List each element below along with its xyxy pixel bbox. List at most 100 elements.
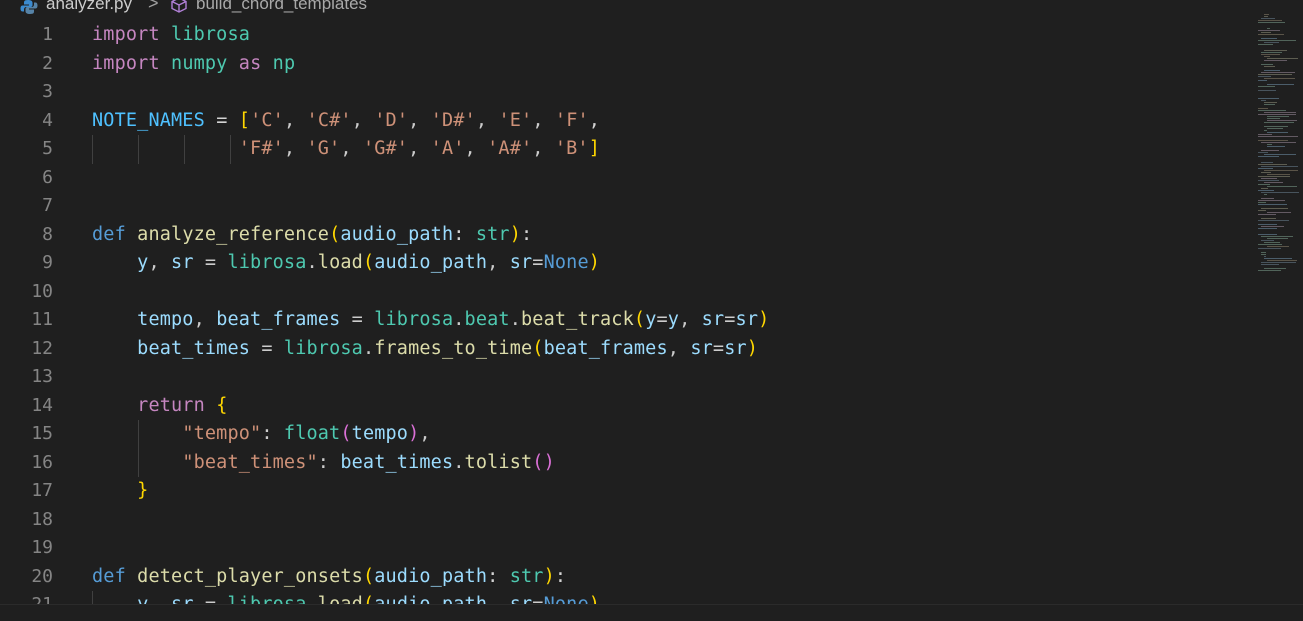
- minimap-line: [1261, 72, 1295, 73]
- minimap-line: [1264, 258, 1292, 259]
- minimap-line: [1261, 240, 1274, 241]
- keyword: import: [92, 52, 160, 74]
- horizontal-scrollbar[interactable]: [0, 604, 1303, 621]
- minimap-line: [1264, 256, 1266, 257]
- code-line[interactable]: 7: [0, 192, 1250, 221]
- minimap-line: [1267, 260, 1297, 261]
- minimap-line: [1261, 208, 1288, 209]
- code-line[interactable]: 4 NOTE_NAMES = ['C', 'C#', 'D', 'D#', 'E…: [0, 107, 1250, 136]
- line-number: 7: [42, 195, 53, 216]
- line-number: 1: [42, 24, 53, 45]
- parameter: audio_path: [340, 223, 454, 245]
- minimap[interactable]: [1258, 14, 1303, 284]
- breadcrumb-file[interactable]: analyzer.py: [46, 0, 132, 12]
- minimap-line: [1264, 130, 1267, 131]
- minimap-line: [1258, 164, 1287, 165]
- code-line[interactable]: 19: [0, 534, 1250, 563]
- line-number: 16: [31, 451, 53, 473]
- minimap-line: [1258, 168, 1273, 169]
- code-line[interactable]: 15 "tempo": float(tempo),: [0, 420, 1250, 449]
- minimap-line: [1258, 220, 1289, 221]
- minimap-line: [1261, 262, 1296, 263]
- minimap-line: [1258, 204, 1287, 205]
- minimap-line: [1261, 142, 1296, 143]
- minimap-line: [1261, 100, 1266, 101]
- code-line[interactable]: 6: [0, 164, 1250, 193]
- minimap-line: [1267, 186, 1297, 187]
- code-line[interactable]: 16 "beat_times": beat_times.tolist(): [0, 448, 1250, 477]
- minimap-line: [1261, 166, 1298, 167]
- minimap-line: [1261, 18, 1275, 19]
- line-number: 13: [31, 366, 53, 387]
- code-line[interactable]: 8 def analyze_reference(audio_path: str)…: [0, 221, 1250, 250]
- line-number: 14: [31, 394, 53, 416]
- minimap-line: [1261, 254, 1266, 255]
- minimap-line: [1258, 180, 1279, 181]
- minimap-line: [1258, 244, 1282, 245]
- minimap-line: [1258, 210, 1266, 211]
- code-line[interactable]: 12 beat_times = librosa.frames_to_time(b…: [0, 335, 1250, 364]
- code-editor[interactable]: 1 import librosa 2 import numpy as np 3 …: [0, 21, 1260, 606]
- minimap-line: [1258, 20, 1282, 21]
- minimap-line: [1267, 146, 1285, 147]
- minimap-line: [1261, 162, 1273, 163]
- minimap-line: [1267, 174, 1290, 175]
- code-line[interactable]: 9 y, sr = librosa.load(audio_path, sr=No…: [0, 249, 1250, 278]
- minimap-line: [1258, 200, 1285, 201]
- module-name: librosa: [171, 24, 251, 45]
- line-number: 3: [42, 81, 53, 102]
- minimap-line: [1258, 234, 1277, 235]
- code-line[interactable]: 14 return {: [0, 392, 1250, 421]
- minimap-line: [1258, 152, 1268, 153]
- minimap-line: [1264, 104, 1275, 105]
- line-number: 19: [31, 537, 53, 558]
- code-line[interactable]: 2 import numpy as np: [0, 50, 1250, 79]
- minimap-line: [1264, 268, 1286, 269]
- minimap-line: [1261, 64, 1273, 65]
- minimap-line: [1264, 56, 1270, 57]
- minimap-line: [1261, 32, 1271, 33]
- minimap-line: [1258, 176, 1290, 177]
- minimap-line: [1258, 30, 1280, 31]
- minimap-line: [1261, 218, 1276, 219]
- code-line[interactable]: 17 }: [0, 477, 1250, 506]
- minimap-line: [1261, 172, 1271, 173]
- string: 'G': [306, 138, 341, 159]
- code-line[interactable]: 5 'F#', 'G', 'G#', 'A', 'A#', 'B']: [0, 135, 1250, 164]
- minimap-line: [1258, 114, 1296, 115]
- breadcrumb-symbol[interactable]: build_chord_templates: [196, 0, 367, 12]
- minimap-line: [1261, 252, 1266, 253]
- function-name: detect_player_onsets: [137, 565, 363, 587]
- minimap-line: [1267, 144, 1272, 145]
- minimap-line: [1261, 192, 1299, 193]
- code-line[interactable]: 1 import librosa: [0, 21, 1250, 50]
- line-number: 12: [31, 337, 53, 359]
- code-line[interactable]: 13: [0, 363, 1250, 392]
- code-line[interactable]: 20 def detect_player_onsets(audio_path: …: [0, 563, 1250, 592]
- minimap-line: [1258, 134, 1272, 135]
- code-line[interactable]: 10: [0, 278, 1250, 307]
- string: 'C': [250, 109, 284, 131]
- code-line[interactable]: 3: [0, 78, 1250, 107]
- minimap-line: [1264, 102, 1277, 103]
- code-line[interactable]: 11 tempo, beat_frames = librosa.beat.bea…: [0, 306, 1250, 335]
- minimap-line: [1264, 122, 1294, 123]
- line-number: 17: [31, 480, 53, 501]
- code-line[interactable]: 18: [0, 506, 1250, 535]
- minimap-line: [1258, 214, 1276, 215]
- minimap-line: [1264, 242, 1280, 243]
- minimap-line: [1267, 212, 1291, 213]
- minimap-line: [1258, 190, 1274, 191]
- minimap-line: [1267, 128, 1283, 129]
- minimap-line: [1258, 184, 1270, 185]
- minimap-line: [1267, 238, 1288, 239]
- minimap-line: [1261, 150, 1279, 151]
- minimap-line: [1258, 74, 1292, 75]
- string: 'B': [554, 138, 589, 159]
- minimap-line: [1258, 22, 1285, 23]
- line-number: 8: [42, 223, 53, 245]
- minimap-line: [1267, 132, 1288, 133]
- minimap-line: [1264, 194, 1267, 195]
- string: 'F': [554, 109, 589, 131]
- minimap-line: [1258, 202, 1266, 203]
